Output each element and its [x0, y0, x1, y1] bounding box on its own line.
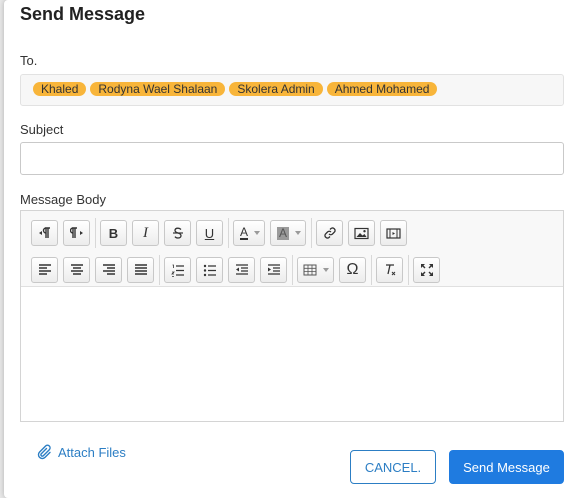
- recipients-field[interactable]: Khaled Rodyna Wael Shalaan Skolera Admin…: [20, 74, 564, 106]
- send-message-dialog: Send Message To. Khaled Rodyna Wael Shal…: [4, 0, 587, 498]
- align-right-button[interactable]: [95, 257, 122, 283]
- ordered-list-icon: [170, 264, 184, 277]
- toolbar-separator: [311, 218, 313, 248]
- chevron-down-icon: [323, 268, 329, 272]
- toolbar-separator: [292, 255, 293, 285]
- toolbar-separator: [159, 255, 160, 285]
- outdent-button[interactable]: [228, 257, 255, 283]
- special-character-icon: Ω: [346, 261, 359, 278]
- chevron-down-icon: [254, 231, 261, 235]
- image-icon: [354, 227, 369, 239]
- subject-input[interactable]: [20, 142, 564, 175]
- align-center-button[interactable]: [63, 257, 90, 283]
- clear-format-button[interactable]: [376, 257, 403, 283]
- italic-icon: I: [143, 224, 148, 241]
- indent-icon: [267, 264, 280, 275]
- toolbar-separator: [371, 255, 372, 285]
- paperclip-icon: [37, 444, 51, 460]
- recipient-chip[interactable]: Ahmed Mohamed: [326, 82, 438, 96]
- align-left-icon: [38, 264, 51, 275]
- ltr-paragraph-icon: [38, 227, 50, 238]
- indent-button[interactable]: [260, 257, 287, 283]
- table-dropdown[interactable]: [297, 257, 334, 283]
- recipient-chip[interactable]: Rodyna Wael Shalaan: [90, 82, 226, 96]
- unordered-list-button[interactable]: [196, 257, 223, 283]
- align-center-icon: [70, 264, 83, 275]
- insert-image-button[interactable]: [348, 220, 376, 246]
- strikethrough-button[interactable]: [164, 220, 191, 246]
- special-character-button[interactable]: Ω: [339, 257, 366, 283]
- justify-button[interactable]: [127, 257, 154, 283]
- attach-files-link[interactable]: Attach Files: [36, 444, 126, 460]
- send-message-button[interactable]: Send Message: [449, 450, 564, 484]
- underline-button[interactable]: U: [196, 220, 223, 246]
- rich-text-editor: B I U A A Ω: [20, 210, 564, 422]
- ltr-paragraph-button[interactable]: [31, 220, 58, 246]
- fullscreen-button[interactable]: [413, 257, 440, 283]
- background-color-dropdown[interactable]: A: [270, 220, 307, 246]
- video-icon: [386, 227, 401, 239]
- attach-files-label: Attach Files: [58, 444, 126, 460]
- toolbar-row-1: B I U A A: [31, 218, 412, 248]
- toolbar-separator: [95, 218, 96, 248]
- align-right-icon: [102, 264, 115, 275]
- background-color-icon: A: [277, 225, 290, 240]
- italic-button[interactable]: I: [132, 220, 159, 246]
- toolbar-separator: [408, 255, 409, 285]
- message-body-label: Message Body: [20, 192, 106, 207]
- strikethrough-icon: [172, 227, 183, 239]
- bold-icon: B: [108, 225, 119, 241]
- toolbar-row-2: Ω: [31, 255, 445, 285]
- cancel-button[interactable]: CANCEL.: [350, 450, 436, 484]
- rtl-paragraph-icon: [69, 227, 83, 238]
- editor-content-area[interactable]: [21, 287, 563, 421]
- underline-icon: U: [204, 225, 215, 241]
- unordered-list-icon: [203, 264, 216, 276]
- subject-label: Subject: [20, 122, 64, 137]
- clear-format-icon: [385, 264, 395, 276]
- outdent-icon: [235, 264, 248, 275]
- justify-icon: [134, 264, 147, 275]
- recipient-chip[interactable]: Khaled: [33, 82, 87, 96]
- font-color-icon: A: [240, 225, 249, 240]
- table-icon: [303, 264, 317, 276]
- link-icon: [323, 227, 336, 239]
- align-left-button[interactable]: [31, 257, 58, 283]
- to-label: To.: [20, 53, 38, 68]
- rtl-paragraph-button[interactable]: [63, 220, 90, 246]
- ordered-list-button[interactable]: [164, 257, 191, 283]
- chevron-down-icon: [295, 231, 302, 235]
- insert-video-button[interactable]: [380, 220, 408, 246]
- recipient-chip[interactable]: Skolera Admin: [229, 82, 323, 96]
- fullscreen-icon: [420, 264, 433, 276]
- toolbar-separator: [228, 218, 229, 248]
- font-color-dropdown[interactable]: A: [233, 220, 266, 246]
- editor-toolbar: B I U A A Ω: [21, 211, 563, 287]
- dialog-title: Send Message: [20, 4, 146, 24]
- insert-link-button[interactable]: [316, 220, 344, 246]
- bold-button[interactable]: B: [100, 220, 127, 246]
